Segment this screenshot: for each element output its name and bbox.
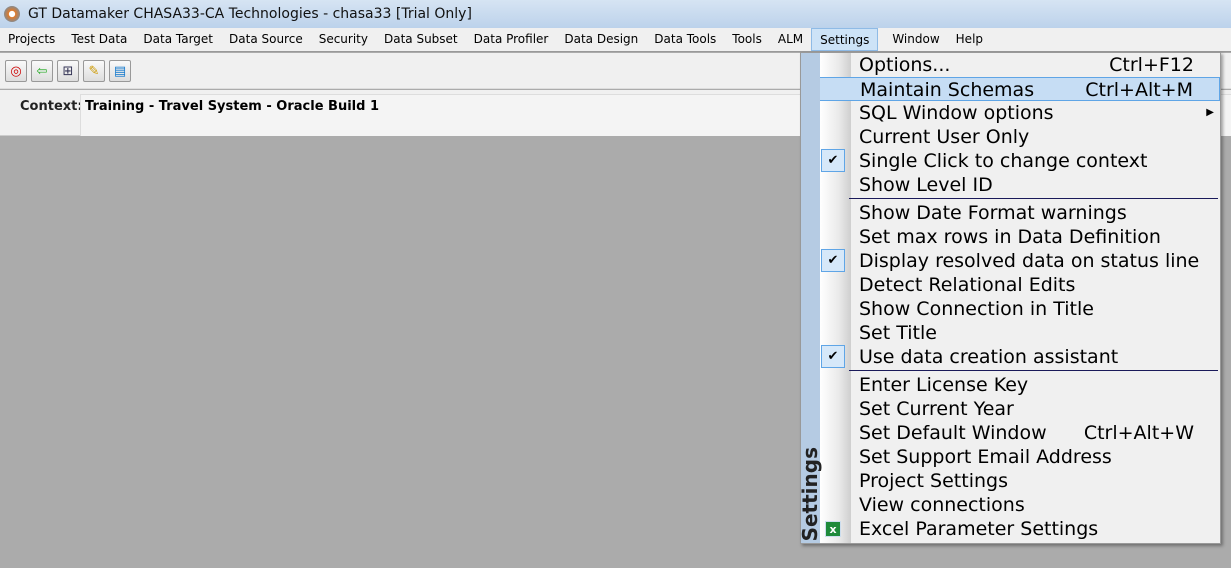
menu-item-show-date-format-warnings[interactable]: Show Date Format warnings xyxy=(801,201,1220,225)
menu-item-label: Set max rows in Data Definition xyxy=(859,226,1161,248)
menu-item-set-title[interactable]: Set Title xyxy=(801,321,1220,345)
menu-item-show-level-id[interactable]: Show Level ID xyxy=(801,173,1220,197)
menu-item-set-support-email-address[interactable]: Set Support Email Address xyxy=(801,445,1220,469)
menu-item-label: View connections xyxy=(859,494,1025,516)
app-icon xyxy=(4,6,20,22)
menu-security[interactable]: Security xyxy=(311,28,376,51)
menu-item-view-connections[interactable]: View connections xyxy=(801,493,1220,517)
menu-item-use-data-creation-assistant[interactable]: ✔ Use data creation assistant xyxy=(801,345,1220,369)
menu-item-label: Show Connection in Title xyxy=(859,298,1094,320)
menu-item-label: Detect Relational Edits xyxy=(859,274,1076,296)
shortcut-label: Ctrl+Alt+M xyxy=(1085,79,1193,101)
notes-button[interactable]: ✎ xyxy=(83,60,105,82)
menu-item-options[interactable]: Options... Ctrl+F12 xyxy=(801,53,1220,77)
menu-data-source[interactable]: Data Source xyxy=(221,28,311,51)
context-label: Context: xyxy=(20,99,83,114)
shortcut-label: Ctrl+F12 xyxy=(1109,54,1194,76)
menu-tools[interactable]: Tools xyxy=(724,28,770,51)
checkmark-icon: ✔ xyxy=(821,249,845,272)
shortcut-label: Ctrl+Alt+W xyxy=(1083,422,1194,444)
tree-button[interactable]: ⊞ xyxy=(57,60,79,82)
menu-item-maintain-schemas[interactable]: Maintain Schemas Ctrl+Alt+M xyxy=(819,77,1220,101)
menu-item-set-default-window[interactable]: Set Default Window Ctrl+Alt+W xyxy=(801,421,1220,445)
menu-data-profiler[interactable]: Data Profiler xyxy=(466,28,557,51)
menu-item-set-max-rows-in-data-definition[interactable]: Set max rows in Data Definition xyxy=(801,225,1220,249)
menu-test-data[interactable]: Test Data xyxy=(63,28,135,51)
menu-item-label: Set Default Window xyxy=(859,422,1047,444)
menu-settings[interactable]: Settings xyxy=(811,28,879,51)
menu-side-strip: Settings xyxy=(798,53,822,543)
menu-item-project-settings[interactable]: Project Settings xyxy=(801,469,1220,493)
menu-data-tools[interactable]: Data Tools xyxy=(646,28,724,51)
window-title: GT Datamaker CHASA33-CA Technologies - c… xyxy=(28,6,472,22)
window-button[interactable]: ▤ xyxy=(109,60,131,82)
menu-item-label: Options... xyxy=(859,54,951,76)
menu-alm[interactable]: ALM xyxy=(770,28,811,51)
menu-projects[interactable]: Projects xyxy=(0,28,63,51)
menu-item-label: Excel Parameter Settings xyxy=(859,518,1099,540)
menu-window[interactable]: Window xyxy=(884,28,947,51)
menu-side-label: Settings xyxy=(798,446,822,541)
menu-data-design[interactable]: Data Design xyxy=(556,28,646,51)
menu-item-detect-relational-edits[interactable]: Detect Relational Edits xyxy=(801,273,1220,297)
settings-menu: Options... Ctrl+F12 Maintain Schemas Ctrl+A… xyxy=(798,52,1221,544)
menu-help[interactable]: Help xyxy=(948,28,991,51)
menu-item-label: Set Title xyxy=(859,322,937,344)
target-button[interactable]: ◎ xyxy=(5,60,27,82)
menu-item-label: Maintain Schemas xyxy=(860,79,1035,101)
menu-bar: Projects Test Data Data Target Data Source S… xyxy=(0,28,1231,52)
menu-item-label: Display resolved data on status line xyxy=(859,250,1200,272)
menu-item-label: Set Current Year xyxy=(859,398,1014,420)
menu-item-excel-parameter-settings[interactable]: x Excel Parameter Settings xyxy=(801,517,1220,541)
menu-item-enter-license-key[interactable]: Enter License Key xyxy=(801,373,1220,397)
excel-icon: x xyxy=(825,521,841,537)
menu-item-display-resolved-data-on-status-line[interactable]: ✔ Display resolved data on status line xyxy=(801,249,1220,273)
checkmark-icon: ✔ xyxy=(821,149,845,172)
menu-item-label: Project Settings xyxy=(859,470,1008,492)
menu-item-sql-window-options[interactable]: SQL Window options ▶ xyxy=(801,101,1220,125)
menu-data-subset[interactable]: Data Subset xyxy=(376,28,466,51)
menu-item-set-current-year[interactable]: Set Current Year xyxy=(801,397,1220,421)
menu-item-label: Enter License Key xyxy=(859,374,1029,396)
menu-item-label: Current User Only xyxy=(859,126,1030,148)
menu-item-single-click-to-change-context[interactable]: ✔ Single Click to change context xyxy=(801,149,1220,173)
back-arrow-button[interactable]: ⇦ xyxy=(31,60,53,82)
menu-item-label: Set Support Email Address xyxy=(859,446,1112,468)
menu-item-current-user-only[interactable]: Current User Only xyxy=(801,125,1220,149)
menu-item-label: Show Date Format warnings xyxy=(859,202,1127,224)
submenu-arrow-icon: ▶ xyxy=(1206,107,1214,118)
menu-item-label: SQL Window options xyxy=(859,102,1054,124)
title-bar: GT Datamaker CHASA33-CA Technologies - c… xyxy=(0,0,1231,28)
menu-item-label: Single Click to change context xyxy=(859,150,1148,172)
menu-item-show-connection-in-title[interactable]: Show Connection in Title xyxy=(801,297,1220,321)
checkmark-icon: ✔ xyxy=(821,345,845,368)
menu-item-label: Show Level ID xyxy=(859,174,993,196)
menu-data-target[interactable]: Data Target xyxy=(135,28,221,51)
menu-item-label: Use data creation assistant xyxy=(859,346,1119,368)
